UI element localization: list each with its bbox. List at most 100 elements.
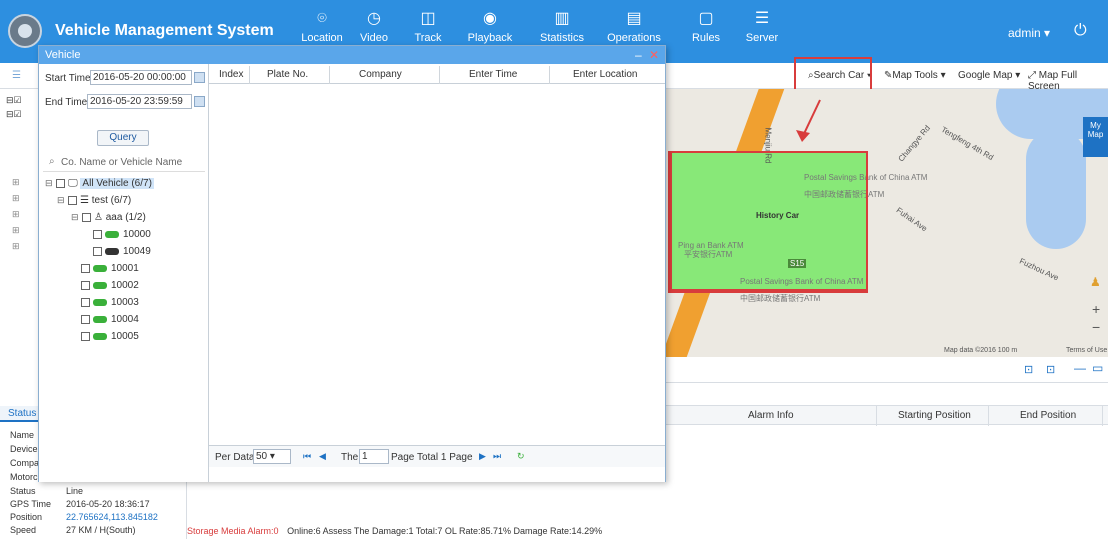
- col-enter-time[interactable]: Enter Time: [469, 69, 517, 80]
- page-total-label: Page Total 1 Page: [391, 452, 473, 463]
- checkbox[interactable]: [81, 314, 90, 324]
- search-icon: ⌕: [49, 156, 55, 167]
- checkbox[interactable]: [93, 229, 102, 239]
- col-divider: [988, 406, 989, 426]
- checkbox[interactable]: [81, 297, 90, 307]
- tree-node-vehicle[interactable]: 10002: [81, 280, 139, 291]
- collapse-icon[interactable]: ⊟: [71, 212, 80, 223]
- vehicle-dialog: Vehicle – ✕ Start Time: 2016-05-20 00:00…: [38, 45, 666, 482]
- per-data-label: Per Data: [215, 452, 255, 463]
- collapse-icon[interactable]: ⊟: [45, 178, 54, 189]
- status-label: GPS Time: [10, 499, 52, 509]
- col-alarm-info: Alarm Info: [748, 410, 794, 421]
- start-time-input[interactable]: 2016-05-20 00:00:00: [90, 70, 192, 85]
- chevron-down-icon: ▾: [269, 451, 275, 462]
- tree-node-group[interactable]: ⊟ ☰ test (6/7): [57, 195, 131, 206]
- col-index[interactable]: Index: [219, 69, 243, 80]
- car-online-icon: [93, 298, 107, 306]
- refresh-icon[interactable]: ↻: [517, 451, 525, 462]
- lock-icon[interactable]: ⊡: [1024, 363, 1033, 376]
- tree-node-label: 10003: [111, 297, 139, 308]
- col-end-position: End Position: [1020, 410, 1077, 421]
- status-label: Name: [10, 430, 35, 440]
- monitor-icon: 🖵: [68, 178, 78, 189]
- col-divider: [249, 66, 250, 84]
- collapse-icon[interactable]: ⊟: [57, 195, 66, 206]
- prev-page-icon[interactable]: ◀: [319, 451, 326, 462]
- status-label: Status: [10, 486, 36, 496]
- close-icon[interactable]: ✕: [649, 48, 659, 62]
- tree-node-label: 10000: [123, 229, 151, 240]
- dialog-results-panel: Index Plate No. Company Enter Time Enter…: [209, 64, 665, 482]
- car-online-icon: [105, 230, 119, 238]
- page-the-label: The: [341, 452, 359, 463]
- col-divider: [439, 66, 440, 84]
- col-divider: [1102, 406, 1103, 426]
- end-time-input[interactable]: 2016-05-20 23:59:59: [87, 94, 192, 109]
- next-page-icon[interactable]: ▶: [479, 451, 486, 462]
- tree-node-subgroup[interactable]: ⊟ ♙ aaa (1/2): [71, 212, 146, 223]
- status-label: Motorc: [10, 472, 38, 482]
- dialog-title: Vehicle: [45, 49, 81, 61]
- page-number-input[interactable]: 1: [359, 449, 389, 464]
- people-icon: ♙: [94, 212, 103, 223]
- col-plate-no[interactable]: Plate No.: [267, 69, 308, 80]
- tree-node-label: 10001: [111, 263, 139, 274]
- results-table-header: Index Plate No. Company Enter Time Enter…: [209, 66, 665, 84]
- car-online-icon: [93, 264, 107, 272]
- checkbox[interactable]: [82, 212, 91, 222]
- tree-node-vehicle[interactable]: 10005: [81, 331, 139, 342]
- tree-node-vehicle[interactable]: 10003: [81, 297, 139, 308]
- status-footer: Storage Media Alarm:0 Online:6 Assess Th…: [187, 523, 1108, 539]
- tree-node-vehicle[interactable]: 10004: [81, 314, 139, 325]
- per-data-select[interactable]: 50 ▾: [253, 449, 291, 464]
- minimize-icon[interactable]: –: [635, 48, 642, 62]
- checkbox[interactable]: [56, 178, 65, 188]
- vehicle-search-box[interactable]: ⌕ Co. Name or Vehicle Name: [43, 154, 205, 172]
- search-input[interactable]: Co. Name or Vehicle Name: [61, 157, 182, 168]
- checkbox[interactable]: [93, 246, 102, 256]
- car-online-icon: [93, 281, 107, 289]
- list-icon: ☰: [80, 195, 89, 206]
- tree-node-label: aaa (1/2): [105, 212, 146, 223]
- tree-node-vehicle[interactable]: 10001: [81, 263, 139, 274]
- tree-node-label: 10049: [123, 246, 151, 257]
- alarm-table-header: Alarm Info Starting Position End Positio…: [666, 405, 1108, 426]
- checkbox[interactable]: [81, 263, 90, 273]
- tree-node-vehicle[interactable]: 10000: [93, 229, 151, 240]
- tree-node-label: 10005: [111, 331, 139, 342]
- query-button[interactable]: Query: [97, 130, 149, 146]
- tree-node-vehicle[interactable]: 10049: [93, 246, 151, 257]
- fleet-stats-text: Online:6 Assess The Damage:1 Total:7 OL …: [287, 526, 603, 536]
- calendar-icon[interactable]: [194, 72, 205, 83]
- checkbox[interactable]: [81, 331, 90, 341]
- car-offline-icon: [105, 247, 119, 255]
- col-starting-position: Starting Position: [898, 410, 971, 421]
- status-label: Position: [10, 512, 43, 522]
- map-bottom-toolbar: ⊡ ⊡ — ▭: [666, 357, 1108, 383]
- col-divider: [876, 406, 877, 426]
- tab-status[interactable]: Status: [0, 406, 40, 422]
- checkbox[interactable]: [81, 280, 90, 290]
- per-data-value: 50: [256, 451, 268, 462]
- car-online-icon: [93, 315, 107, 323]
- checkbox[interactable]: [68, 195, 77, 205]
- col-company[interactable]: Company: [359, 69, 402, 80]
- tree-node-label: 10002: [111, 280, 139, 291]
- restore-icon[interactable]: ▭: [1092, 361, 1103, 375]
- status-value: 2016-05-20 18:36:17: [66, 499, 150, 509]
- position-link[interactable]: 22.765624,113.845182: [66, 512, 158, 522]
- dialog-filter-panel: Start Time: 2016-05-20 00:00:00 End Time…: [39, 64, 209, 482]
- tree-node-root[interactable]: ⊟ 🖵 All Vehicle (6/7): [45, 178, 154, 189]
- unlock-icon[interactable]: ⊡: [1046, 363, 1055, 376]
- calendar-icon[interactable]: [194, 96, 205, 107]
- first-page-icon[interactable]: ⏮: [303, 451, 311, 462]
- last-page-icon[interactable]: ⏭: [493, 451, 501, 462]
- minimize-icon[interactable]: —: [1074, 361, 1086, 375]
- car-online-icon: [93, 332, 107, 340]
- col-divider: [549, 66, 550, 84]
- col-enter-location[interactable]: Enter Location: [573, 69, 638, 80]
- dialog-title-bar[interactable]: Vehicle – ✕: [39, 46, 665, 64]
- end-time-label: End Time:: [45, 97, 91, 108]
- tree-node-label: test (6/7): [91, 195, 132, 206]
